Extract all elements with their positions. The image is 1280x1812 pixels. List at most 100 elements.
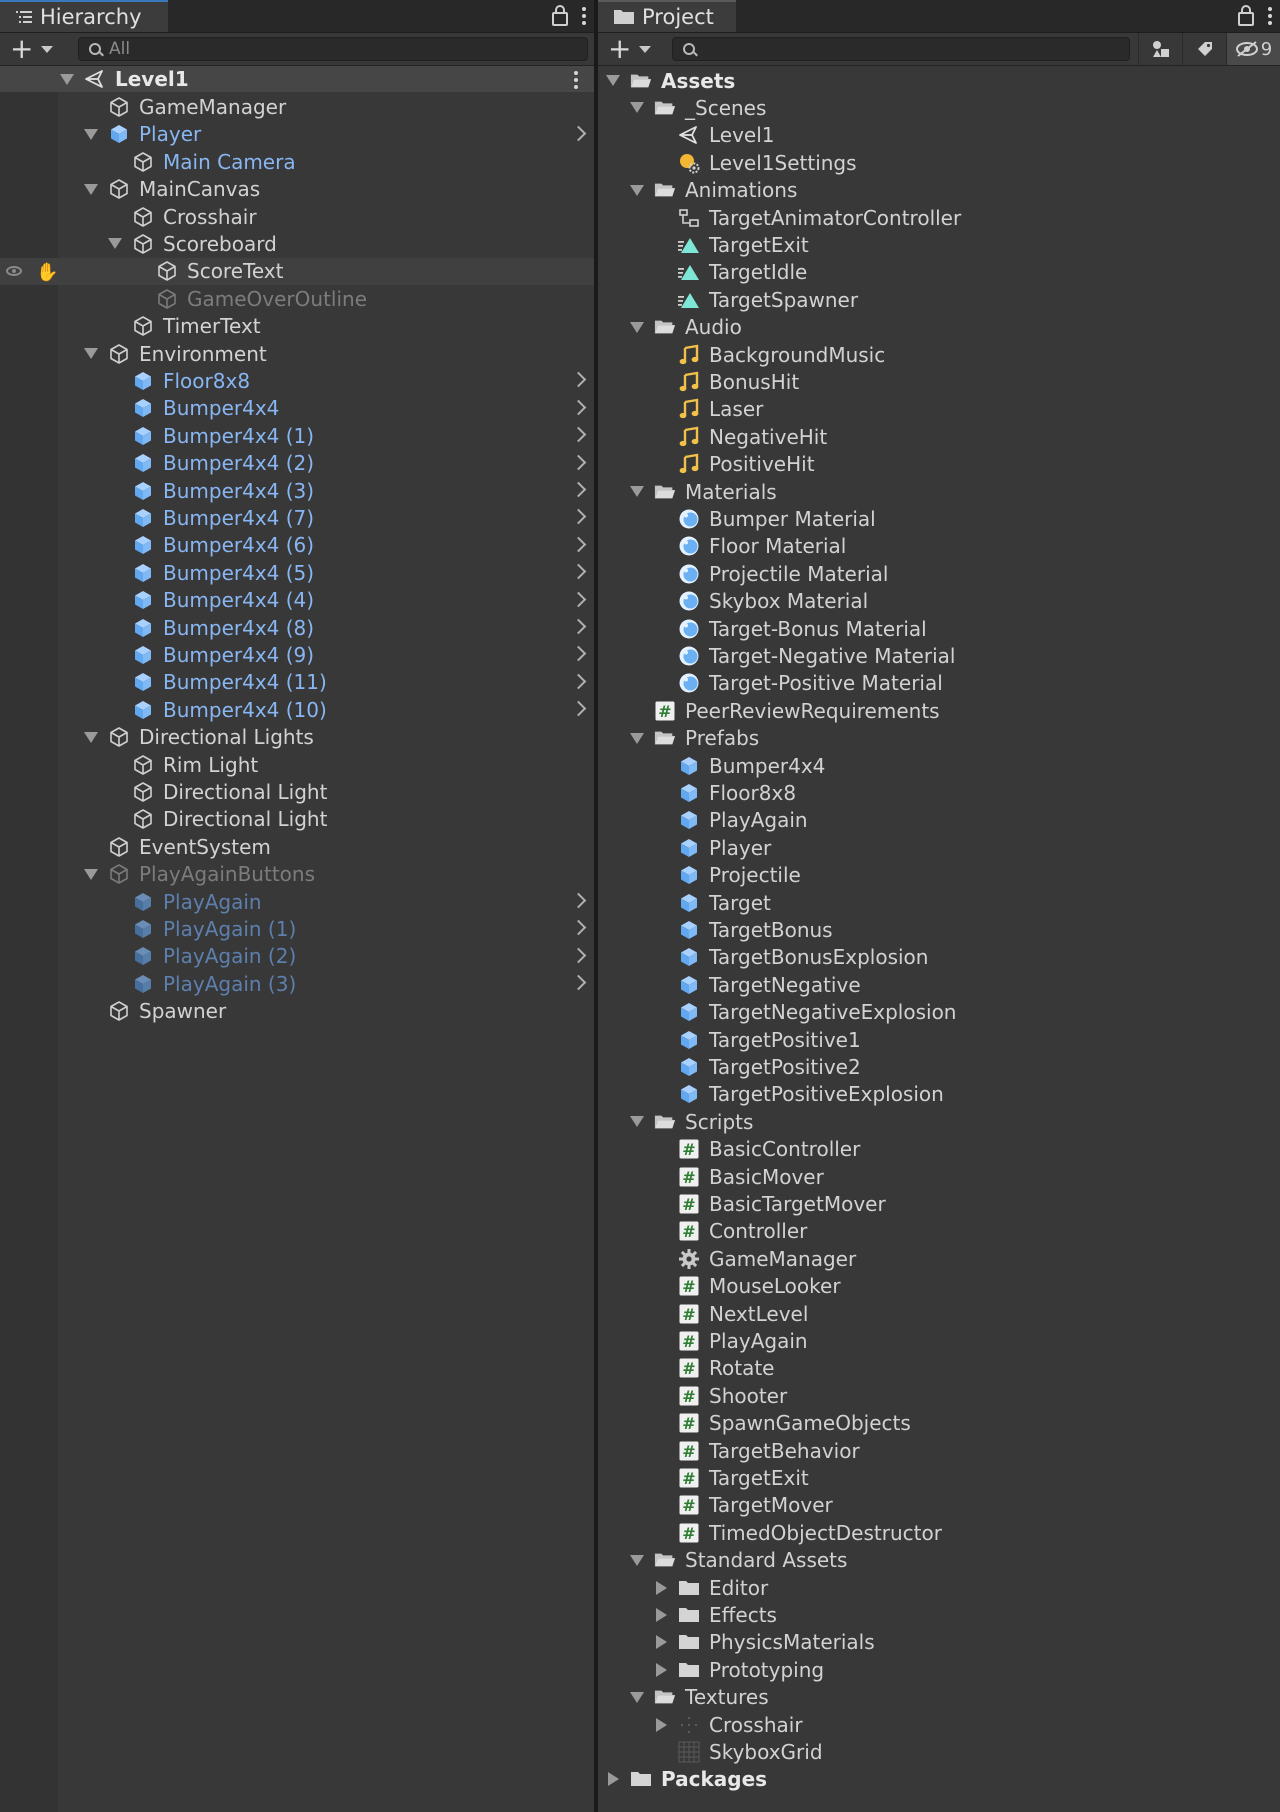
expanded-arrow-icon[interactable] <box>84 731 98 743</box>
project-row[interactable]: # BasicTargetMover <box>598 1190 1280 1217</box>
visibility-eye-icon[interactable] <box>6 265 22 276</box>
hierarchy-row[interactable]: PlayAgain (3) <box>0 970 594 997</box>
expanded-arrow-icon[interactable] <box>606 75 620 86</box>
project-row[interactable]: Target-Positive Material <box>598 670 1280 697</box>
hierarchy-row[interactable]: Floor8x8 <box>0 367 594 394</box>
project-search[interactable] <box>672 37 1130 61</box>
collapsed-arrow-icon[interactable] <box>656 1662 667 1677</box>
project-row[interactable]: TargetPositive2 <box>598 1053 1280 1080</box>
project-row[interactable]: _Scenes <box>598 94 1280 121</box>
expanded-arrow-icon[interactable] <box>630 321 644 333</box>
hierarchy-row[interactable]: Spawner <box>0 998 594 1025</box>
hierarchy-row[interactable]: Directional Light <box>0 806 594 833</box>
project-row[interactable]: Animations <box>598 177 1280 204</box>
lock-icon[interactable] <box>1238 5 1254 26</box>
project-row[interactable]: Projectile Material <box>598 560 1280 587</box>
hierarchy-row[interactable]: PlayAgain (1) <box>0 915 594 942</box>
project-row[interactable]: Projectile <box>598 862 1280 889</box>
expanded-arrow-icon[interactable] <box>630 732 644 744</box>
collapsed-arrow-icon[interactable] <box>656 1580 667 1595</box>
project-row[interactable]: Laser <box>598 396 1280 423</box>
chevron-right-icon[interactable] <box>570 481 587 498</box>
project-row[interactable]: Crosshair <box>598 1711 1280 1738</box>
project-row[interactable]: Packages <box>598 1766 1280 1793</box>
hierarchy-row[interactable]: EventSystem <box>0 833 594 860</box>
hierarchy-row[interactable]: Environment <box>0 340 594 367</box>
project-row[interactable]: # TargetBehavior <box>598 1437 1280 1464</box>
expanded-arrow-icon[interactable] <box>84 348 98 359</box>
pickability-hand-icon[interactable]: ✋ <box>36 262 58 283</box>
collapsed-arrow-icon[interactable] <box>656 1717 667 1732</box>
chevron-right-icon[interactable] <box>570 372 587 388</box>
chevron-right-icon[interactable] <box>570 673 587 690</box>
project-row[interactable]: Player <box>598 834 1280 861</box>
expanded-arrow-icon[interactable] <box>84 128 98 140</box>
chevron-right-icon[interactable] <box>570 974 587 991</box>
chevron-right-icon[interactable] <box>570 700 587 717</box>
expanded-arrow-icon[interactable] <box>630 1116 644 1128</box>
hidden-packages-toggle[interactable]: 9 <box>1226 33 1280 65</box>
hierarchy-row[interactable]: Directional Light <box>0 778 594 805</box>
project-row[interactable]: PhysicsMaterials <box>598 1629 1280 1656</box>
project-row[interactable]: TargetExit <box>598 231 1280 258</box>
project-row[interactable]: Level1 <box>598 122 1280 149</box>
hierarchy-row[interactable]: TimerText <box>0 313 594 340</box>
project-row[interactable]: # TargetMover <box>598 1492 1280 1519</box>
hierarchy-row[interactable]: Scoreboard <box>0 230 594 257</box>
project-row[interactable]: # TargetExit <box>598 1464 1280 1491</box>
hierarchy-row[interactable]: Bumper4x4 (7) <box>0 504 594 531</box>
project-row[interactable]: Floor Material <box>598 533 1280 560</box>
chevron-right-icon[interactable] <box>570 892 587 909</box>
project-row[interactable]: # Rotate <box>598 1355 1280 1382</box>
project-row[interactable]: PositiveHit <box>598 451 1280 478</box>
project-row[interactable]: Bumper Material <box>598 505 1280 532</box>
project-row[interactable]: # BasicMover <box>598 1163 1280 1190</box>
hierarchy-row[interactable]: Bumper4x4 (11) <box>0 669 594 696</box>
project-row[interactable]: Scripts <box>598 1108 1280 1135</box>
chevron-right-icon[interactable] <box>570 536 587 553</box>
expanded-arrow-icon[interactable] <box>84 868 98 880</box>
project-row[interactable]: Prefabs <box>598 725 1280 752</box>
chevron-right-icon[interactable] <box>570 399 587 416</box>
hierarchy-row[interactable]: Bumper4x4 (2) <box>0 450 594 477</box>
project-row[interactable]: # SpawnGameObjects <box>598 1410 1280 1437</box>
project-row[interactable]: # PeerReviewRequirements <box>598 697 1280 724</box>
tab-project[interactable]: Project <box>598 0 736 32</box>
project-row[interactable]: BackgroundMusic <box>598 341 1280 368</box>
project-row[interactable]: Materials <box>598 478 1280 505</box>
project-row[interactable]: Bumper4x4 <box>598 752 1280 779</box>
expanded-arrow-icon[interactable] <box>108 238 122 250</box>
chevron-right-icon[interactable] <box>570 125 587 142</box>
tab-hierarchy[interactable]: Hierarchy <box>0 0 168 32</box>
chevron-right-icon[interactable] <box>570 426 587 443</box>
project-row[interactable]: TargetIdle <box>598 259 1280 286</box>
hierarchy-row[interactable]: ✋ ScoreText <box>0 257 594 285</box>
project-row[interactable]: # BasicController <box>598 1136 1280 1163</box>
hierarchy-row[interactable]: PlayAgain (2) <box>0 943 594 970</box>
chevron-right-icon[interactable] <box>570 646 587 662</box>
chevron-right-icon[interactable] <box>570 454 587 470</box>
collapsed-arrow-icon[interactable] <box>656 1635 667 1650</box>
project-row[interactable]: # Controller <box>598 1218 1280 1245</box>
project-row[interactable]: # NextLevel <box>598 1300 1280 1327</box>
hierarchy-row[interactable]: Level1 <box>0 66 594 92</box>
project-row[interactable]: Editor <box>598 1574 1280 1601</box>
hierarchy-row[interactable]: Bumper4x4 (9) <box>0 641 594 668</box>
hierarchy-row[interactable]: Directional Lights <box>0 724 594 751</box>
project-row[interactable]: Effects <box>598 1601 1280 1628</box>
search-by-label-button[interactable] <box>1182 33 1226 65</box>
chevron-right-icon[interactable] <box>570 563 587 580</box>
project-row[interactable]: Audio <box>598 314 1280 341</box>
project-row[interactable]: PlayAgain <box>598 807 1280 834</box>
lock-icon[interactable] <box>552 5 568 26</box>
chevron-right-icon[interactable] <box>570 591 587 607</box>
chevron-right-icon[interactable] <box>570 618 587 635</box>
project-row[interactable]: BonusHit <box>598 368 1280 395</box>
project-row[interactable]: Prototyping <box>598 1656 1280 1683</box>
hierarchy-row[interactable]: Bumper4x4 (10) <box>0 696 594 723</box>
hierarchy-row[interactable]: GameOverOutline <box>0 285 594 312</box>
collapsed-arrow-icon[interactable] <box>608 1772 619 1787</box>
expanded-arrow-icon[interactable] <box>630 102 644 114</box>
kebab-menu-icon[interactable] <box>582 7 586 25</box>
hierarchy-row[interactable]: Bumper4x4 (3) <box>0 477 594 504</box>
